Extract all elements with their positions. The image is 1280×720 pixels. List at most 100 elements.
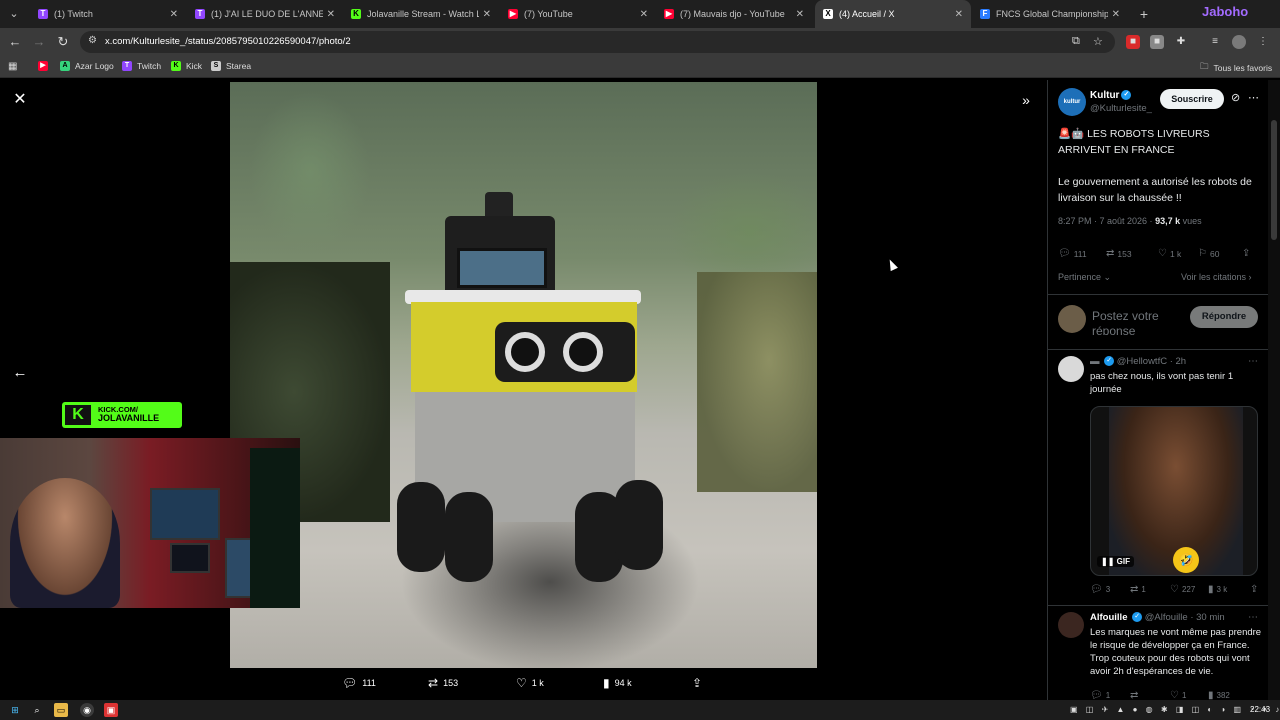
author-name[interactable]: Kultur ✓ [1090, 90, 1132, 101]
photo-share-button[interactable]: ⇪ [692, 676, 702, 690]
more-icon[interactable]: ⋯ [1248, 91, 1259, 104]
more-icon[interactable]: ⋯ [1248, 356, 1258, 367]
tab-close-icon[interactable]: ✕ [1112, 9, 1120, 20]
bookmark-youtube[interactable]: ▶ [38, 61, 53, 71]
reply-avatar[interactable] [1058, 356, 1084, 382]
bookmark-star-icon[interactable]: ☆ [1093, 35, 1103, 48]
tab-close-icon[interactable]: ✕ [483, 9, 491, 20]
repost-button[interactable]: ⇄ 153 [1106, 248, 1132, 259]
back-icon[interactable]: ← [6, 33, 24, 51]
views-button[interactable]: ▮ 3 k [1208, 584, 1227, 595]
repost-button[interactable]: ⇄ [1130, 690, 1141, 700]
reply-avatar[interactable] [1058, 612, 1084, 638]
tab-close-icon[interactable]: ✕ [170, 9, 178, 20]
repost-icon: ⇄ [1130, 584, 1139, 595]
share-icon: ⇪ [1250, 584, 1259, 595]
reply-header: Alfouille ✓ @Alfouille · 30 min [1090, 612, 1225, 623]
address-bar[interactable]: ⚙ x.com/Kulturlesite_/status/20857950102… [80, 31, 1115, 53]
like-button[interactable]: ♡ 227 [1170, 584, 1195, 595]
bookmark-azar-logo[interactable]: A Azar Logo [60, 61, 114, 71]
file-explorer-icon[interactable]: ▭ [54, 703, 68, 717]
more-icon[interactable]: ⋯ [1248, 612, 1258, 623]
extension-gray-icon[interactable]: ■ [1150, 35, 1164, 49]
share-button[interactable]: ⇪ [1242, 248, 1250, 259]
tab-favicon-icon: K [351, 9, 361, 19]
reply-button[interactable]: 💬︎ 1 [1090, 690, 1110, 700]
reply-header: ▬ ✓ @HellowtfC · 2h [1090, 356, 1187, 367]
taskbar-clock[interactable]: 22:43 [1250, 705, 1270, 714]
apps-icon[interactable]: ▦ [8, 61, 17, 72]
extensions-puzzle-icon[interactable]: ✚ [1174, 35, 1188, 49]
streamer-webcam [0, 438, 300, 608]
browser-tab[interactable]: K Jolavanille Stream - Watch Live ✕ [343, 0, 499, 28]
subscribe-button[interactable]: Souscrire [1160, 89, 1224, 109]
profile-avatar[interactable] [1232, 35, 1246, 49]
repost-button[interactable]: ⇄ 1 [1130, 584, 1146, 595]
photo-repost-button[interactable]: ⇄ 153 [428, 676, 458, 690]
install-icon[interactable]: ⧉ [1072, 35, 1080, 48]
browser-tab[interactable]: F FNCS Global Championship La ✕ [972, 0, 1128, 28]
new-tab-button[interactable]: + [1136, 4, 1152, 24]
reply-button[interactable]: 💬︎ 3 [1090, 584, 1110, 595]
azar-icon: A [60, 61, 70, 71]
reply-input[interactable]: Postez votre réponse [1092, 309, 1182, 335]
taskbar-app-icon[interactable]: ▣ [104, 703, 118, 717]
profile-badge[interactable]: Jaboho [1202, 4, 1274, 24]
bookmark-twitch[interactable]: T Twitch [122, 61, 161, 71]
reply-button[interactable]: 💬︎ 111 [1058, 248, 1087, 259]
reload-icon[interactable]: ↻ [54, 33, 72, 51]
reply-item[interactable]: Alfouille ✓ @Alfouille · 30 min ⋯ Les ma… [1048, 606, 1268, 700]
grok-icon[interactable]: ⊘ [1231, 91, 1240, 104]
panel-scrollbar[interactable] [1268, 80, 1280, 700]
like-button[interactable]: ♡ 1 k [1158, 248, 1181, 259]
user-avatar [1058, 305, 1086, 333]
reply-submit-button[interactable]: Répondre [1190, 306, 1258, 328]
tab-close-icon[interactable]: ✕ [955, 9, 963, 20]
tab-close-icon[interactable]: ✕ [640, 9, 648, 20]
chevron-right-icon: › [1248, 272, 1252, 282]
views-button[interactable]: ▮ 382 [1208, 690, 1230, 700]
all-bookmarks-folder[interactable]: 🗀 Tous les favoris [1200, 61, 1272, 75]
forward-icon[interactable]: → [30, 33, 48, 51]
browser-tab[interactable]: ▶ (7) Mauvais djo - YouTube ✕ [656, 0, 812, 28]
bookmark-button[interactable]: ⚐ 60 [1198, 248, 1219, 259]
reply-icon: 💬︎ [1058, 248, 1071, 259]
repost-icon: ⇄ [1106, 248, 1115, 259]
bookmark-starea[interactable]: S Starea [211, 61, 251, 71]
site-info-icon[interactable]: ⚙ [88, 35, 97, 46]
tab-favicon-icon: ▶ [508, 9, 518, 19]
system-tray[interactable]: ▣ ◫ ✈ ▲ ● ◍ ✱ ◨ ◫ ◐ ◑ ▥ ◔ ◓ ♪ ᯤ [1070, 704, 1280, 715]
tab-close-icon[interactable]: ✕ [796, 9, 804, 20]
photo-like-button[interactable]: ♡ 1 k [516, 676, 544, 690]
view-quotes-link[interactable]: Voir les citations › [1181, 272, 1252, 282]
browser-tab[interactable]: ▶ (7) YouTube ✕ [500, 0, 656, 28]
tab-close-icon[interactable]: ✕ [327, 9, 335, 20]
windows-start-icon[interactable]: ⊞ [8, 703, 22, 717]
close-icon[interactable]: ✕ [12, 92, 28, 108]
previous-photo-icon[interactable]: ← [11, 364, 29, 382]
author-avatar[interactable]: kultur [1058, 88, 1086, 116]
browser-tab[interactable]: T (1) Twitch ✕ [30, 0, 186, 28]
reading-list-icon[interactable]: ≡ [1208, 35, 1222, 49]
share-button[interactable]: ⇪ [1250, 584, 1258, 595]
bookmark-kick[interactable]: K Kick [171, 61, 202, 71]
reply-item[interactable]: ▬ ✓ @HellowtfC · 2h ⋯ pas chez nous, ils… [1048, 350, 1268, 606]
streamer-person [10, 478, 120, 608]
browser-menu-icon[interactable]: ⋮ [1256, 35, 1270, 49]
reply-gif[interactable]: ❚❚ GIF 🤣 [1090, 406, 1258, 576]
folder-icon: 🗀 [1200, 61, 1209, 71]
expand-panel-icon[interactable]: » [1016, 92, 1036, 110]
chrome-icon[interactable]: ◉ [80, 703, 94, 717]
extension-red-icon[interactable]: ■ [1126, 35, 1140, 49]
tab-favicon-icon: F [980, 9, 990, 19]
author-handle[interactable]: @Kulturlesite_ [1090, 103, 1152, 114]
scrollbar-thumb[interactable] [1271, 120, 1277, 240]
photo-reply-button[interactable]: 💬︎ 111 [342, 676, 376, 690]
browser-tab[interactable]: X (4) Accueil / X ✕ [815, 0, 971, 28]
tab-search-button[interactable]: ⌄ [4, 4, 24, 24]
search-icon[interactable]: ⌕ [30, 703, 44, 717]
browser-tab[interactable]: T (1) J'AI LE DUO DE L'ANNE JE M ✕ [187, 0, 343, 28]
like-button[interactable]: ♡ 1 [1170, 690, 1186, 700]
photo-views-button[interactable]: ▮ 94 k [603, 676, 632, 690]
sort-dropdown[interactable]: Pertinence ⌄ [1058, 272, 1111, 283]
